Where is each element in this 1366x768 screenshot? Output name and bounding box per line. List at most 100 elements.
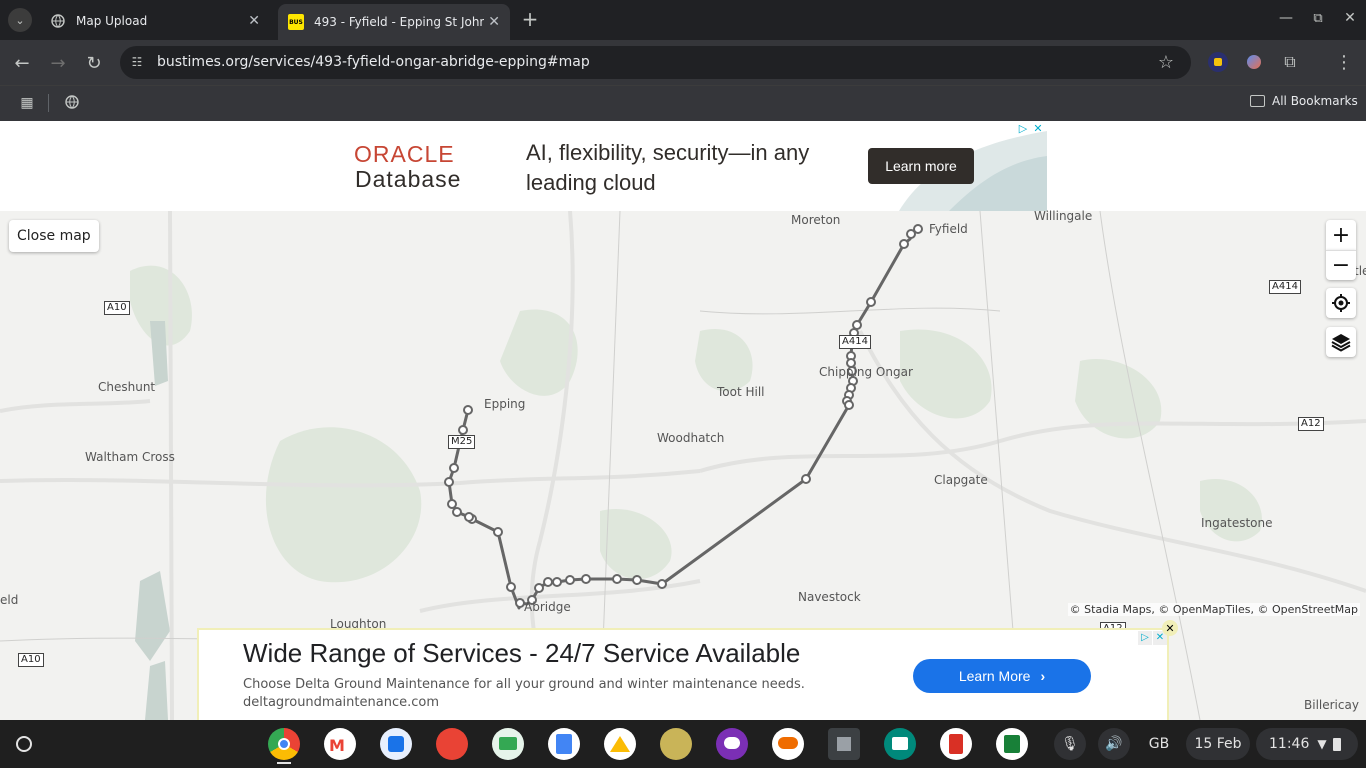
minimize-button[interactable]: — [1276, 8, 1296, 28]
google-docs-icon[interactable] [548, 728, 580, 760]
time-display: 11:46 [1269, 736, 1310, 752]
place-label: Clapgate [934, 473, 988, 487]
browser-titlebar: ⌄ Map Upload ✕ BUS 493 - Fyfield - Eppin… [0, 0, 1366, 40]
apps-grid-icon[interactable]: ▦ [18, 94, 36, 112]
place-label: Cheshunt [98, 380, 156, 394]
ad-text: AI, flexibility, security—in any leading… [526, 140, 810, 195]
oracle-logo-sub: Database [355, 166, 462, 192]
chrome-icon[interactable] [268, 728, 300, 760]
keyboard-language[interactable]: GB [1142, 728, 1176, 760]
globe-icon [50, 13, 66, 29]
folder-icon [1250, 95, 1265, 107]
microphone-icon: 🎙 [1061, 736, 1079, 752]
extensions-puzzle-icon[interactable]: ⧉ [1280, 52, 1300, 72]
new-tab-button[interactable]: + [519, 7, 541, 31]
docs-icon[interactable] [380, 728, 412, 760]
place-label: Willingale [1034, 209, 1093, 223]
teams-icon[interactable] [884, 728, 916, 760]
close-icon: ✕ [1344, 10, 1356, 26]
zoom-out-button[interactable]: − [1326, 250, 1356, 280]
app-icon[interactable] [660, 728, 692, 760]
cube-icon[interactable] [828, 728, 860, 760]
place-label: Toot Hill [717, 385, 765, 399]
globe-icon[interactable] [63, 93, 81, 111]
launcher-icon [16, 736, 32, 752]
place-label: eld [0, 593, 19, 607]
select-to-speak-button[interactable]: 🔊 [1098, 728, 1130, 760]
close-icon[interactable]: ✕ [488, 14, 500, 30]
road-label: A10 [104, 301, 130, 315]
extension-bird-icon[interactable] [1244, 52, 1264, 72]
road-label: A12 [1298, 417, 1324, 431]
bookmark-star-icon[interactable]: ☆ [1156, 52, 1176, 73]
bus-stops [444, 224, 923, 608]
tab-bus-service[interactable]: BUS 493 - Fyfield - Epping St John's ✕ [278, 4, 510, 40]
close-window-button[interactable]: ✕ [1340, 8, 1360, 28]
paint-icon[interactable] [436, 728, 468, 760]
back-button[interactable]: ← [10, 52, 34, 74]
ad-domain: deltagroundmaintenance.com [243, 695, 439, 710]
menu-kebab-icon[interactable]: ⋮ [1334, 52, 1354, 73]
locate-button[interactable] [1326, 288, 1356, 318]
locate-icon [1332, 294, 1350, 312]
adchoices-icon[interactable]: ▷ [1138, 631, 1152, 645]
all-bookmarks-label: All Bookmarks [1272, 94, 1358, 108]
reload-button[interactable]: ↻ [82, 52, 106, 74]
plus-icon: + [1331, 222, 1351, 248]
launcher-button[interactable] [10, 730, 38, 758]
place-label: Waltham Cross [85, 450, 175, 464]
place-label: Epping [484, 397, 526, 411]
status-tray[interactable]: 11:46 ▼ [1256, 728, 1358, 760]
place-label: Woodhatch [657, 431, 725, 445]
address-bar[interactable]: ☷ bustimes.org/services/493-fyfield-onga… [120, 46, 1191, 79]
tab-map-upload[interactable]: Map Upload ✕ [40, 6, 270, 36]
place-label: Fyfield [929, 222, 968, 236]
gmail-icon[interactable]: M [324, 728, 356, 760]
wifi-icon: ▼ [1317, 737, 1327, 751]
close-sticky-ad-button[interactable]: ✕ [1162, 620, 1178, 636]
chevron-right-icon: › [1040, 668, 1046, 684]
zoom-in-button[interactable]: + [1326, 220, 1356, 250]
road-label: A414 [839, 335, 871, 349]
place-label: Abridge [524, 600, 571, 614]
tab-title: Map Upload [76, 14, 148, 28]
chevron-down-icon: ⌄ [15, 13, 25, 27]
all-bookmarks-button[interactable]: All Bookmarks [1250, 94, 1358, 108]
close-ad-icon[interactable]: ✕ [1031, 122, 1045, 136]
place-label: Moreton [791, 213, 841, 227]
weather-icon[interactable] [772, 728, 804, 760]
adchoices-icon[interactable]: ▷ [1016, 122, 1030, 136]
bus-icon: BUS [288, 14, 304, 30]
browser-toolbar: ← → ↻ ☷ bustimes.org/services/493-fyfiel… [0, 40, 1366, 85]
place-label: Ingatestone [1201, 516, 1273, 530]
layers-button[interactable] [1326, 327, 1356, 357]
date-display[interactable]: 15 Feb [1186, 728, 1250, 760]
place-label: Billericay [1304, 698, 1359, 712]
maximize-button[interactable]: ⧉ [1308, 8, 1328, 28]
delta-ad[interactable]: Wide Range of Services - 24/7 Service Av… [197, 628, 1169, 720]
arrow-right-icon: → [50, 52, 66, 74]
url-text: bustimes.org/services/493-fyfield-ongar-… [157, 54, 590, 70]
drive-icon[interactable] [604, 728, 636, 760]
chat-icon[interactable] [716, 728, 748, 760]
pdf-icon[interactable] [940, 728, 972, 760]
tab-search-button[interactable]: ⌄ [8, 8, 32, 32]
oracle-logo: ORACLE [354, 141, 455, 167]
ad-learn-more-button[interactable]: Learn more [868, 148, 974, 184]
classroom-icon[interactable] [492, 728, 524, 760]
road-label: A414 [1269, 280, 1301, 294]
ad-learn-more-button[interactable]: Learn More › [913, 659, 1091, 693]
microphone-button[interactable]: 🎙 [1054, 728, 1086, 760]
close-map-button[interactable]: Close map [9, 220, 99, 252]
restore-icon: ⧉ [1313, 10, 1323, 26]
place-label: Chipping Ongar [819, 365, 913, 379]
forward-button[interactable]: → [46, 52, 70, 74]
slides-icon[interactable] [996, 728, 1028, 760]
oracle-ad[interactable]: ORACLE Database AI, flexibility, securit… [319, 121, 1047, 211]
extension-icon[interactable] [1208, 52, 1228, 72]
bus-route-line [447, 227, 919, 610]
reload-icon: ↻ [86, 52, 102, 74]
map-attribution[interactable]: © Stadia Maps, © OpenMapTiles, © OpenStr… [1067, 603, 1360, 616]
close-icon[interactable]: ✕ [248, 13, 260, 29]
site-info-icon[interactable]: ☷ [128, 53, 146, 71]
